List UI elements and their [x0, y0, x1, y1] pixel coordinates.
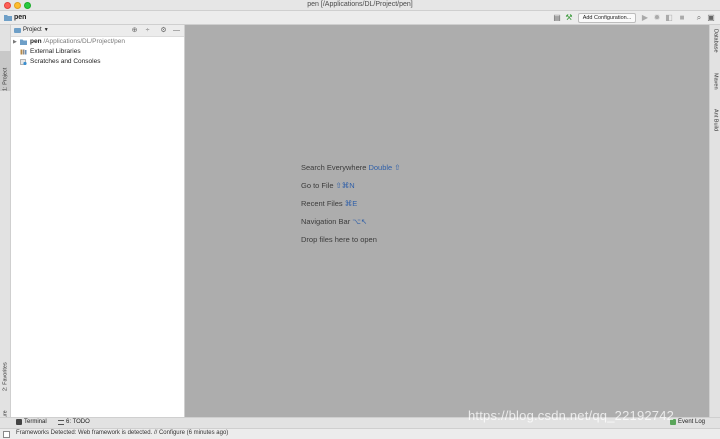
list-icon: [58, 419, 64, 425]
locate-icon[interactable]: ⊕: [130, 26, 139, 35]
hint-search-everywhere: Search Everywhere Double ⇧: [301, 163, 401, 172]
hint-drop-files: Drop files here to open: [301, 235, 377, 244]
tree-item-path: /Applications/DL/Project/pen: [43, 38, 126, 45]
window-title: pen [/Applications/DL/Project/pen]: [307, 1, 413, 8]
folder-icon: [14, 27, 21, 33]
search-icon[interactable]: ⌕: [694, 13, 704, 23]
debug-icon[interactable]: ✹: [652, 13, 662, 23]
todo-button[interactable]: 6: TODO: [58, 419, 90, 425]
navigation-bar: pen ▤ ⚒ Add Configuration... ▶ ✹ ◧ ■ ⌕ ▣: [0, 11, 720, 25]
title-bar: pen [/Applications/DL/Project/pen]: [0, 0, 720, 11]
hide-icon[interactable]: —: [172, 26, 181, 35]
shortcut-label: ⇧⌘N: [335, 181, 355, 190]
status-message[interactable]: Frameworks Detected: Web framework is de…: [16, 430, 228, 436]
tab-database[interactable]: Database: [710, 29, 720, 69]
build-hammer-icon[interactable]: ⚒: [564, 13, 574, 23]
structure-icon[interactable]: ▤: [552, 13, 562, 23]
tab-maven[interactable]: Maven: [710, 73, 720, 103]
scratches-icon: [20, 59, 27, 65]
tree-item-external-libraries[interactable]: External Libraries: [11, 47, 184, 57]
project-folder-icon: [4, 15, 12, 21]
gear-icon[interactable]: ⚙: [159, 26, 168, 35]
hint-navigation-bar: Navigation Bar ⌥↖: [301, 217, 368, 226]
tree-item-pen[interactable]: ▶ pen /Applications/DL/Project/pen: [11, 37, 184, 47]
tree-item-label: External Libraries: [30, 48, 81, 55]
event-log-button[interactable]: Event Log: [670, 419, 705, 425]
terminal-button[interactable]: Terminal: [16, 419, 47, 425]
tab-favorites[interactable]: 2: Favorites: [0, 347, 11, 391]
shortcut-label: ⌥↖: [352, 217, 368, 226]
hint-recent-files: Recent Files ⌘E: [301, 199, 358, 208]
shortcut-label: ⌘E: [344, 199, 358, 208]
library-icon: [20, 49, 27, 55]
run-icon[interactable]: ▶: [640, 13, 650, 23]
left-tool-strip: 1: Project 2: Favorites Z: Structure: [0, 25, 11, 439]
tab-ant-build[interactable]: Ant Build: [710, 109, 720, 145]
stop-icon[interactable]: ■: [677, 13, 687, 23]
add-configuration-button[interactable]: Add Configuration...: [578, 13, 636, 23]
collapse-all-icon[interactable]: ÷: [143, 26, 152, 35]
tool-windows-toggle-icon[interactable]: [3, 431, 10, 438]
chevron-down-icon: ▼: [43, 27, 49, 33]
coverage-icon[interactable]: ◧: [664, 13, 674, 23]
watermark: https://blog.csdn.net/qq_22192742: [468, 408, 675, 423]
module-folder-icon: [20, 39, 27, 45]
tree-item-scratches[interactable]: Scratches and Consoles: [11, 57, 184, 67]
project-panel: Project ▼ ⊕ ÷ ⚙ — ▶ pen /Applications/DL…: [11, 25, 185, 417]
editor-empty-area[interactable]: Search Everywhere Double ⇧ Go to File ⇧⌘N …: [185, 25, 709, 417]
status-bar: Frameworks Detected: Web framework is de…: [0, 428, 720, 439]
tab-project[interactable]: 1: Project: [0, 51, 11, 91]
view-selector[interactable]: Project ▼: [14, 27, 49, 33]
hint-go-to-file: Go to File ⇧⌘N: [301, 181, 355, 190]
right-tool-strip: Database Maven Ant Build: [709, 25, 720, 417]
layout-icon[interactable]: ▣: [706, 13, 716, 23]
terminal-icon: [16, 419, 22, 425]
shortcut-label: Double ⇧: [368, 163, 401, 172]
view-selector-label: Project: [23, 27, 42, 33]
tree-item-label: Scratches and Consoles: [30, 58, 101, 65]
chevron-right-icon[interactable]: ▶: [13, 37, 17, 47]
tree-item-label: pen: [30, 38, 42, 45]
project-panel-header: Project ▼ ⊕ ÷ ⚙ —: [11, 25, 184, 37]
breadcrumb-project[interactable]: pen: [14, 14, 26, 21]
